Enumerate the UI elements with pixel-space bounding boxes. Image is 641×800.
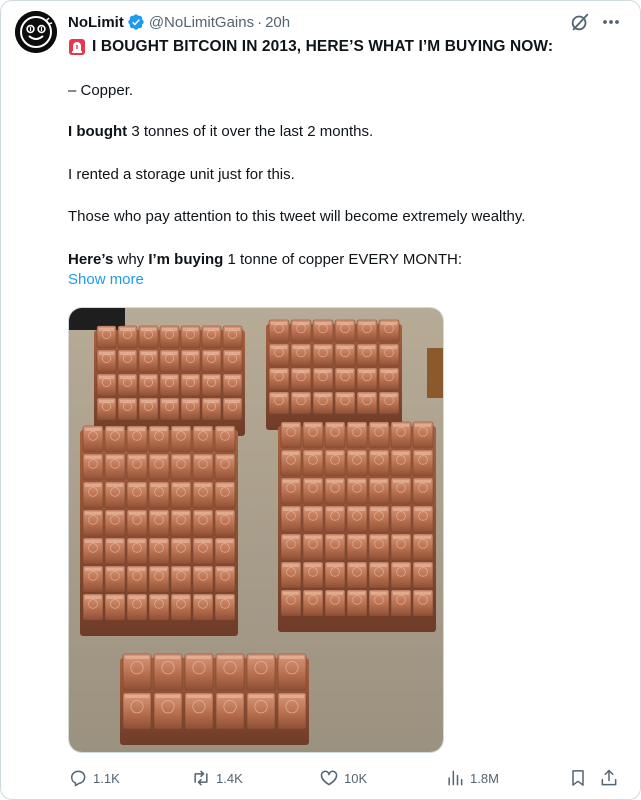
tweet-headline-row: I BOUGHT BITCOIN IN 2013, HERE’S WHAT I’… <box>68 37 628 57</box>
like-count: 10K <box>344 770 368 786</box>
share-icon <box>601 769 617 786</box>
like-button[interactable]: 10K <box>319 764 367 792</box>
author-name[interactable]: NoLimit <box>68 14 124 31</box>
bar-stack-bottom <box>120 653 309 745</box>
author-handle[interactable]: @NoLimitGains <box>149 14 254 31</box>
grok-icon[interactable] <box>569 11 591 33</box>
tweet-line-why-rest: 1 tonne of copper EVERY MONTH: <box>223 251 463 268</box>
siren-emoji-icon <box>68 38 86 56</box>
bookmark-button[interactable] <box>568 764 593 792</box>
tweet-line-why-bold2: I’m buying <box>148 251 224 268</box>
tweet-line-storage: I rented a storage unit just for this. <box>68 166 295 183</box>
bar-stack-top-left <box>94 325 245 436</box>
show-more-link[interactable]: Show more <box>68 271 144 288</box>
bar-stack-middle-left <box>80 425 238 636</box>
tweet-media-photo[interactable] <box>68 307 444 753</box>
bookmark-icon <box>572 770 584 786</box>
more-icon[interactable] <box>598 11 624 33</box>
repost-count: 1.4K <box>216 770 243 786</box>
tweet-card: NoLimit @NoLimitGains · 20h I BOUGHT BIT… <box>0 0 641 800</box>
reply-button[interactable]: 1.1K <box>68 764 120 792</box>
tweet-line-bought-rest: 3 tonnes of it over the last 2 months. <box>127 123 374 140</box>
reply-count: 1.1K <box>93 770 120 786</box>
avatar[interactable] <box>15 11 57 53</box>
share-button[interactable] <box>599 764 624 792</box>
separator-dot: · <box>257 13 263 31</box>
tweet-line-bought-bold: I bought <box>68 123 128 140</box>
verified-badge-icon <box>127 13 145 31</box>
repost-button[interactable]: 1.4K <box>191 764 243 792</box>
heart-icon <box>320 770 338 786</box>
repost-icon <box>194 770 208 786</box>
reply-icon <box>71 770 86 787</box>
action-bar: 1.1K 1.4K 10K 1.8M <box>68 764 628 792</box>
views-icon <box>448 770 463 786</box>
views-count: 1.8M <box>470 770 499 786</box>
avatar-image <box>15 11 57 53</box>
tweet-line-why-bold1: Here’s <box>68 251 114 268</box>
tweet-line-why: Here’s why I’m buying 1 tonne of copper … <box>68 250 462 270</box>
post-time[interactable]: 20h <box>265 14 290 31</box>
tweet-line-attention: Those who pay attention to this tweet wi… <box>68 208 526 225</box>
views-button[interactable]: 1.8M <box>445 764 499 792</box>
tweet-header: NoLimit @NoLimitGains · 20h <box>68 11 290 33</box>
tweet-headline: I BOUGHT BITCOIN IN 2013, HERE’S WHAT I’… <box>92 38 554 55</box>
copper-bars-photo <box>69 308 443 752</box>
bar-stack-top-right <box>266 319 402 430</box>
tweet-line-copper: – Copper. <box>68 82 134 99</box>
tweet-line-why-mid: why <box>113 251 149 268</box>
bar-stack-middle-right <box>278 421 436 632</box>
tweet-line-bought: I bought 3 tonnes of it over the last 2 … <box>68 122 373 142</box>
